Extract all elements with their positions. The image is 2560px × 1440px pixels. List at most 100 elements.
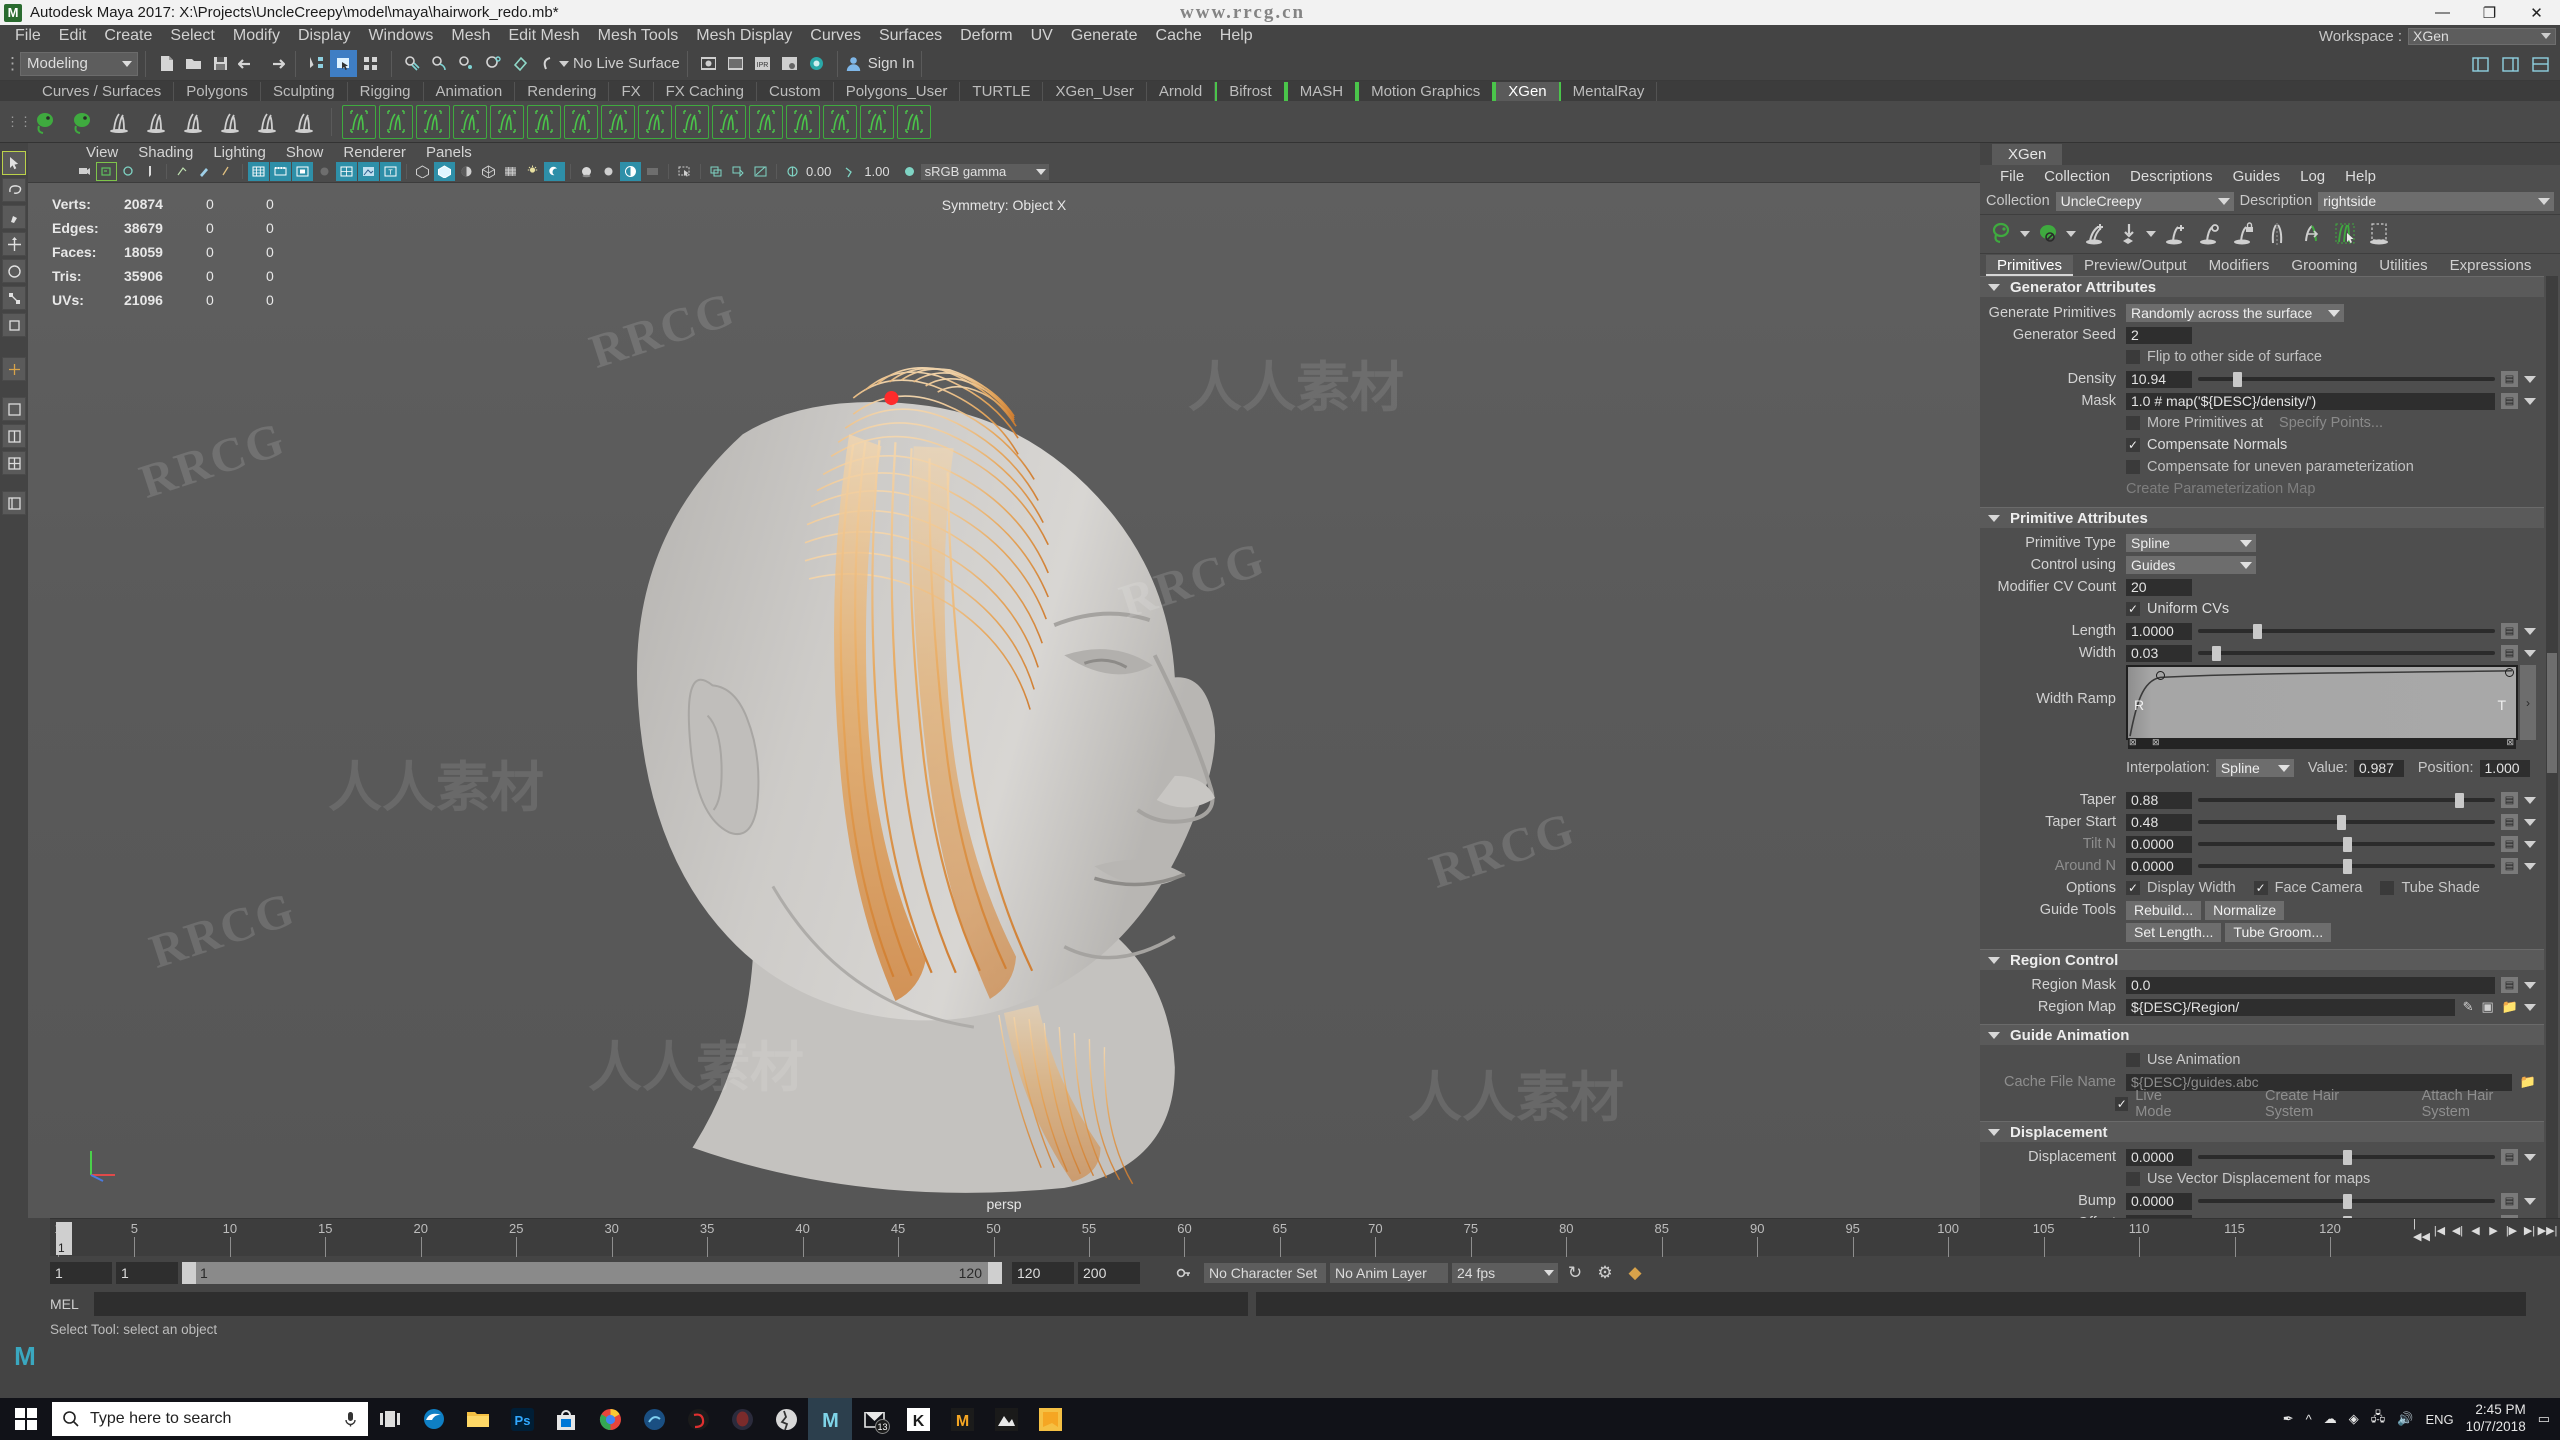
- tool-box[interactable]: [0, 143, 28, 1218]
- rotate-tool-button[interactable]: [2, 259, 26, 283]
- shelf-tab-curves-surfaces[interactable]: Curves / Surfaces: [30, 82, 175, 101]
- shelf-tab-mash[interactable]: MASH: [1285, 82, 1358, 101]
- viewport-menu-panels[interactable]: Panels: [416, 144, 482, 161]
- ramp-value-input[interactable]: 0.987: [2353, 759, 2404, 777]
- file-explorer-icon[interactable]: [456, 1398, 500, 1440]
- action-center-icon[interactable]: ▭: [2538, 1411, 2550, 1427]
- bookmark-camera-icon[interactable]: [118, 162, 139, 181]
- render-sequence-button[interactable]: [722, 50, 749, 77]
- bump-map-button[interactable]: ▤: [2501, 1193, 2518, 1209]
- make-live-button[interactable]: [534, 50, 561, 77]
- range-bar[interactable]: 1 120: [182, 1262, 1002, 1284]
- taper-start-map-button[interactable]: ▤: [2501, 814, 2518, 830]
- step-back-key-button[interactable]: |◀: [2431, 1222, 2448, 1239]
- viewport-toolbar[interactable]: T 0.00 1.00 sRGB gamma: [28, 161, 1980, 183]
- displacement-map-button[interactable]: ▤: [2501, 1149, 2518, 1165]
- snap-to-view-plane-button[interactable]: [507, 50, 534, 77]
- photoshop-icon[interactable]: Ps: [500, 1398, 544, 1440]
- save-scene-button[interactable]: [207, 50, 234, 77]
- shaded-wireframe-icon[interactable]: [456, 162, 477, 181]
- maximize-button[interactable]: ❐: [2466, 0, 2513, 25]
- xgen-toolbar[interactable]: [1980, 214, 2560, 254]
- multisample-aa-icon[interactable]: [620, 162, 641, 181]
- xgen-group-11[interactable]: [712, 104, 746, 139]
- taper-start-input[interactable]: 0.48: [2126, 813, 2192, 831]
- character-set-dropdown[interactable]: No Character Set: [1204, 1263, 1326, 1283]
- network-icon[interactable]: 🖧: [2371, 1408, 2386, 1430]
- wireframe-shading-icon[interactable]: [412, 162, 433, 181]
- create-param-map-row[interactable]: Create Parameterization Map: [1980, 478, 2544, 500]
- section-region-control[interactable]: Region Control: [1980, 949, 2544, 970]
- isolate-select-icon[interactable]: [674, 162, 695, 181]
- undo-button[interactable]: [234, 50, 261, 77]
- slider-handle[interactable]: [2253, 623, 2263, 639]
- color-space-icon[interactable]: [899, 162, 920, 181]
- grease-pencil-icon[interactable]: [194, 162, 215, 181]
- live-mode-row[interactable]: ✓ Live Mode Create Hair System Attach Ha…: [1980, 1088, 2544, 1120]
- anim-start-field[interactable]: 1: [116, 1262, 178, 1284]
- guide-tools-row-2[interactable]: Set Length... Tube Groom...: [1980, 921, 2544, 943]
- cv-count-input[interactable]: 20: [2126, 578, 2192, 596]
- snap-to-point-button[interactable]: [453, 50, 480, 77]
- density-input[interactable]: 10.94: [2126, 370, 2192, 388]
- around-row[interactable]: Around N 0.0000 ▤: [1980, 855, 2544, 877]
- length-input[interactable]: 1.0000: [2126, 622, 2192, 640]
- width-input[interactable]: 0.03: [2126, 644, 2192, 662]
- xgen-panel[interactable]: XGen File Collection Descriptions Guides Log…: [1980, 143, 2560, 1218]
- task-view-icon[interactable]: [368, 1398, 412, 1440]
- outliner-layout-button[interactable]: [2, 491, 26, 515]
- maya-icon[interactable]: M: [808, 1398, 852, 1440]
- menu-item-edit[interactable]: Edit: [50, 25, 96, 47]
- add-guide-icon[interactable]: [2160, 218, 2190, 250]
- windows-taskbar[interactable]: Type here to search Ps M 13 K M ✒ ^ ☁ ◈ …: [0, 1398, 2560, 1440]
- status-toolbar[interactable]: ⋮ Modeling No Live Surface IPR Sign In: [0, 47, 2560, 81]
- taper-start-slider[interactable]: [2198, 814, 2495, 831]
- playback-loop-icon[interactable]: ↻: [1562, 1263, 1588, 1283]
- slider-handle[interactable]: [2342, 858, 2352, 874]
- menu-item-select[interactable]: Select: [161, 25, 223, 47]
- guide-tools-row[interactable]: Guide Tools Rebuild... Normalize: [1980, 899, 2544, 921]
- xgen-group-12[interactable]: [749, 104, 783, 139]
- shelf-tab-custom[interactable]: Custom: [757, 82, 834, 101]
- compensate-normals-row[interactable]: ✓ Compensate Normals: [1980, 434, 2544, 456]
- close-button[interactable]: ✕: [2513, 0, 2560, 25]
- xgen-group-5[interactable]: [490, 104, 524, 139]
- two-pane-layout-button[interactable]: [2, 424, 26, 448]
- primitive-type-row[interactable]: Primitive Type Spline: [1980, 532, 2544, 554]
- bump-slider[interactable]: [2198, 1193, 2495, 1210]
- view-transform-icon[interactable]: [750, 162, 771, 181]
- control-using-row[interactable]: Control using Guides: [1980, 554, 2544, 576]
- select-by-hierarchy-button[interactable]: [303, 50, 330, 77]
- tilt-input[interactable]: 0.0000: [2126, 835, 2192, 853]
- noise-icon[interactable]: [176, 105, 210, 139]
- mixamo-icon[interactable]: [764, 1398, 808, 1440]
- grid-toggle-icon[interactable]: [248, 162, 269, 181]
- shelf-tab-xgen_user[interactable]: XGen_User: [1043, 82, 1147, 101]
- gamma-value[interactable]: 1.00: [864, 164, 889, 179]
- flat-shade-icon[interactable]: [478, 162, 499, 181]
- width-ramp-widget[interactable]: R T ⊠ ⊠ ⊠: [2126, 665, 2518, 749]
- xgen-menu-help[interactable]: Help: [2335, 168, 2386, 185]
- pen-icon[interactable]: ✒: [2283, 1411, 2294, 1427]
- chevron-down-icon[interactable]: [2524, 649, 2536, 657]
- mudbox-icon[interactable]: M: [940, 1398, 984, 1440]
- bump-row[interactable]: Bump 0.0000 ▤: [1980, 1190, 2544, 1212]
- smooth-shade-all-icon[interactable]: [434, 162, 455, 181]
- toolbar-grip[interactable]: ⋮: [4, 54, 21, 74]
- slider-handle[interactable]: [2211, 645, 2221, 661]
- uniform-cvs-row[interactable]: ✓ Uniform CVs: [1980, 598, 2544, 620]
- color-management-icon[interactable]: [728, 162, 749, 181]
- go-to-start-button[interactable]: |◀◀: [2413, 1218, 2430, 1243]
- chevron-down-icon[interactable]: [2524, 862, 2536, 870]
- shelf-tab-turtle[interactable]: TURTLE: [960, 82, 1044, 101]
- region-map-edit-icon[interactable]: ✎: [2463, 999, 2474, 1015]
- chevron-down-icon[interactable]: [2524, 796, 2536, 804]
- volume-icon[interactable]: 🔊: [2397, 1411, 2413, 1427]
- universal-manipulator-button[interactable]: [2, 357, 26, 381]
- start-button[interactable]: [0, 1398, 52, 1440]
- normalize-button[interactable]: Normalize: [2205, 900, 2285, 920]
- density-slider[interactable]: [2198, 371, 2495, 388]
- menu-item-create[interactable]: Create: [95, 25, 161, 47]
- ramp-position-bar[interactable]: ⊠ ⊠ ⊠: [2128, 737, 2516, 749]
- step-forward-frame-button[interactable]: |▶: [2503, 1222, 2520, 1239]
